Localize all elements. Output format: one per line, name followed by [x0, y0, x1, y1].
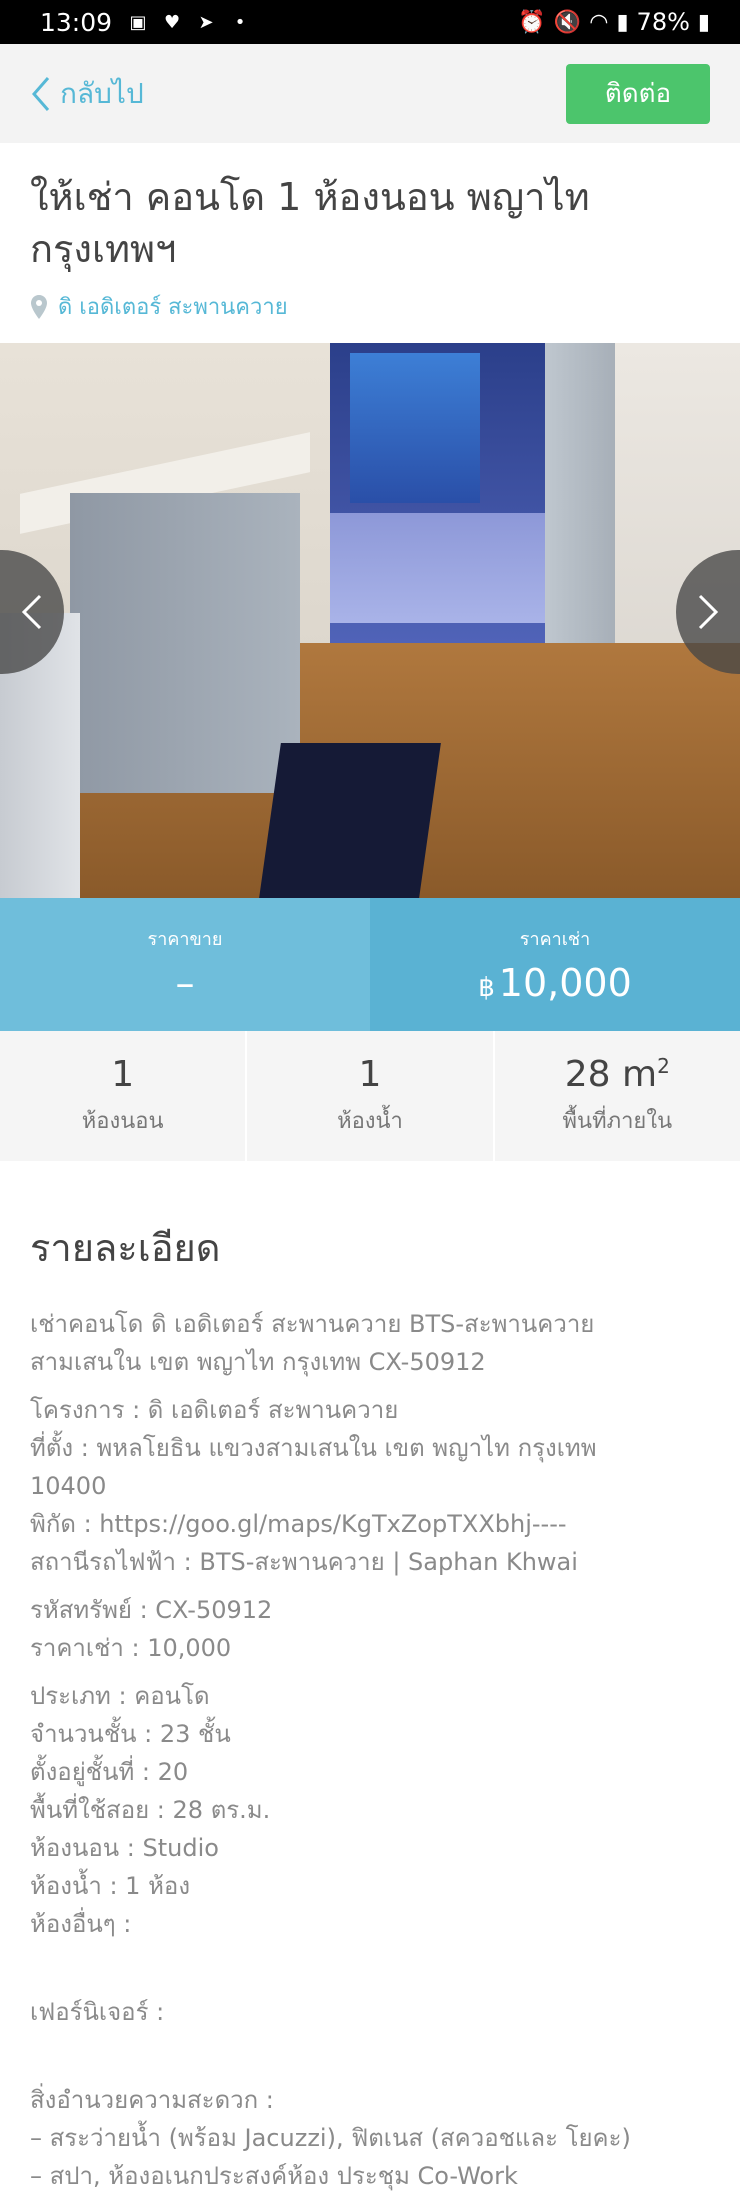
battery-icon: ▮ — [697, 9, 710, 35]
details-heading: รายละเอียด — [30, 1226, 221, 1270]
battery-level: 78% — [636, 8, 690, 36]
alarm-icon: ⏰ — [518, 9, 546, 35]
details-line: สถานีรถไฟฟ้า : BTS-สะพานควาย | Saphan Kh… — [30, 1548, 578, 1576]
back-button[interactable]: กลับไป — [30, 72, 144, 116]
baht-symbol: ฿ — [478, 973, 495, 1003]
details-line: ตั้งอยู่ชั้นที่ : 20 — [30, 1758, 189, 1786]
send-icon: ➤ — [198, 11, 214, 33]
details-line: จำนวนชั้น : 23 ชั้น — [30, 1720, 231, 1748]
bedrooms-label: ห้องนอน — [81, 1109, 164, 1134]
details-line: ที่ตั้ง : พหลโยธิน แขวงสามเสนใน เขต พญาไ… — [30, 1434, 597, 1462]
spec-bathrooms: 1 ห้องน้ำ — [247, 1031, 495, 1161]
app-header: กลับไป ติดต่อ — [0, 44, 740, 143]
details-line: ห้องอื่นๆ : — [30, 1910, 132, 1938]
area-number: 28 m — [564, 1054, 658, 1095]
details-line: รหัสทรัพย์ : CX-50912 — [30, 1596, 273, 1624]
details-line: โครงการ : ดิ เอดิเตอร์ สะพานควาย — [30, 1396, 399, 1424]
details-line: ราคาเช่า : 10,000 — [30, 1634, 232, 1662]
details-line: – สระว่ายน้ำ (พร้อม Jacuzzi), ฟิตเนส (สค… — [30, 2124, 631, 2152]
details-line: 10400 — [30, 1472, 107, 1500]
chevron-left-icon — [32, 76, 50, 111]
signal-icon: ▮ — [616, 9, 629, 35]
spec-area: 28 m2 พื้นที่ภายใน — [495, 1031, 740, 1161]
rent-price-value: ฿ 10,000 — [478, 961, 632, 1005]
details-section: รายละเอียด เช่าคอนโด ดิ เอดิเตอร์ สะพานค… — [0, 1161, 740, 2205]
location-label: ดิ เอดิเตอร์ สะพานควาย — [58, 295, 288, 320]
back-label: กลับไป — [60, 76, 144, 110]
app-icon: ♥ — [163, 11, 181, 33]
facilities-info: สิ่งอำนวยความสะดวก : – สระว่ายน้ำ (พร้อม… — [30, 2081, 710, 2195]
code-info: รหัสทรัพย์ : CX-50912 ราคาเช่า : 10,000 — [30, 1591, 710, 1667]
area-unit-superscript: 2 — [657, 1054, 670, 1078]
notification-icons: ▣ ♥ ➤ • — [126, 11, 252, 33]
wifi-icon: ◠ — [589, 9, 609, 35]
spec-bedrooms: 1 ห้องนอน — [0, 1031, 248, 1161]
bathrooms-label: ห้องน้ำ — [337, 1109, 403, 1134]
facilities-label: สิ่งอำนวยความสะดวก : — [30, 2086, 274, 2114]
status-bar: 13:09 ▣ ♥ ➤ • ⏰ 🔇 ◠ ▮ 78% ▮ — [0, 0, 740, 44]
details-line: ห้องนอน : Studio — [30, 1834, 219, 1862]
details-line: ประเภท : คอนโด — [30, 1682, 210, 1710]
details-line: ห้องน้ำ : 1 ห้อง — [30, 1872, 191, 1900]
sale-price: ราคาขาย – — [0, 898, 370, 1031]
details-line: สามเสนใน เขต พญาไท กรุงเทพ CX-50912 — [30, 1348, 486, 1376]
bedrooms-count: 1 — [111, 1054, 135, 1095]
furniture-label: เฟอร์นิเจอร์ : — [30, 1998, 165, 2026]
chevron-left-icon — [21, 594, 42, 630]
listing-title: ให้เช่า คอนโด 1 ห้องนอน พญาไท กรุงเทพฯ — [30, 175, 590, 271]
mute-icon: 🔇 — [553, 9, 582, 35]
sale-price-value: – — [175, 961, 195, 1005]
rent-price: ราคาเช่า ฿ 10,000 — [370, 898, 740, 1031]
details-line: พิกัด : https://goo.gl/maps/KgTxZopTXXbh… — [30, 1510, 567, 1538]
property-specs: 1 ห้องนอน 1 ห้องน้ำ 28 m2 พื้นที่ภายใน — [0, 1031, 740, 1161]
photo-carousel[interactable] — [0, 343, 740, 898]
details-line: พื้นที่ใช้สอย : 28 ตร.ม. — [30, 1796, 271, 1824]
project-info: โครงการ : ดิ เอดิเตอร์ สะพานควาย ที่ตั้ง… — [30, 1391, 710, 1581]
dot-icon: • — [234, 11, 246, 33]
details-intro: เช่าคอนโด ดิ เอดิเตอร์ สะพานควาย BTS-สะพ… — [30, 1305, 710, 1381]
area-value: 28 m2 — [565, 1054, 670, 1095]
price-band: ราคาขาย – ราคาเช่า ฿ 10,000 — [0, 898, 740, 1031]
bathrooms-count: 1 — [358, 1054, 382, 1095]
listing-location[interactable]: ดิ เอดิเตอร์ สะพานควาย — [30, 289, 710, 324]
contact-button[interactable]: ติดต่อ — [566, 63, 710, 124]
property-info: ประเภท : คอนโด จำนวนชั้น : 23 ชั้น ตั้งอ… — [30, 1677, 710, 1943]
gallery-icon: ▣ — [129, 11, 147, 33]
details-line: เช่าคอนโด ดิ เอดิเตอร์ สะพานควาย BTS-สะพ… — [30, 1310, 595, 1338]
map-pin-icon — [31, 294, 47, 319]
sale-price-label: ราคาขาย — [147, 929, 223, 950]
rent-price-label: ราคาเช่า — [519, 929, 591, 950]
details-line: – สปา, ห้องอเนกประสงค์ห้อง ประชุม Co-Wor… — [30, 2162, 518, 2190]
status-time: 13:09 — [40, 7, 113, 37]
listing-title-block: ให้เช่า คอนโด 1 ห้องนอน พญาไท กรุงเทพฯ ด… — [0, 143, 740, 324]
chevron-right-icon — [698, 594, 719, 630]
system-icons: ⏰ 🔇 ◠ ▮ 78% ▮ — [518, 8, 710, 36]
area-label: พื้นที่ภายใน — [562, 1109, 673, 1134]
rent-amount: 10,000 — [498, 961, 632, 1005]
